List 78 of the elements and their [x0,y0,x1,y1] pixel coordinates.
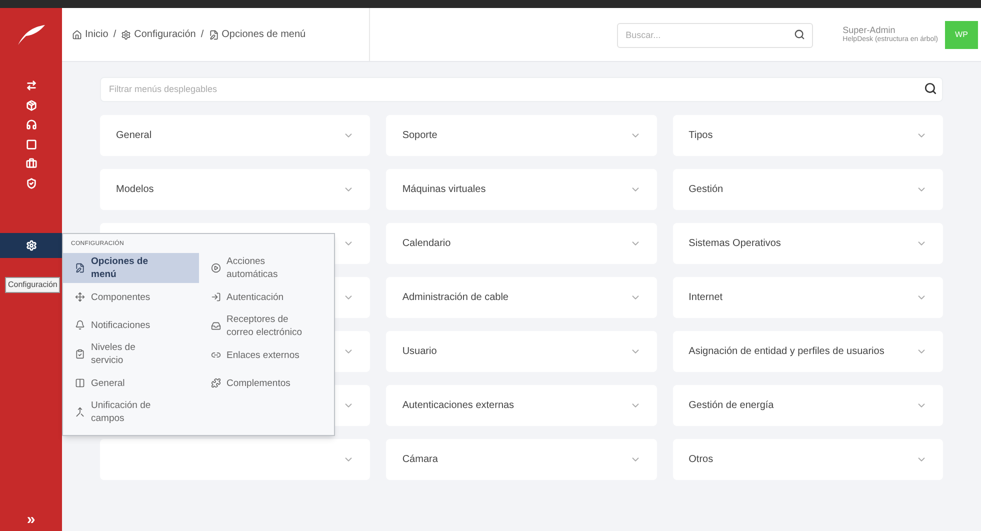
dropdown-label: Otros [688,453,714,467]
dropdown-card[interactable]: Usuario [386,331,657,372]
dropdown-card[interactable]: Otros [672,439,943,480]
menu-item[interactable]: Acciones automáticas [198,253,334,283]
menu-item[interactable]: Receptores de correo electrónico [198,311,334,341]
dropdown-card[interactable]: Gestión [672,169,943,210]
dropdown-card[interactable]: Sistemas Operativos [672,223,943,264]
move-icon [75,292,85,302]
dropdown-card[interactable]: General [100,115,370,156]
dropdown-label: Internet [688,291,724,305]
breadcrumb-link[interactable]: Opciones de menú [208,27,306,42]
dropdown-label: Gestión de energía [688,399,775,413]
dropdown-card[interactable]: Máquinas virtuales [386,169,657,210]
menu-item[interactable]: Complementos [198,369,334,397]
dropdown-label: Cámara [402,453,439,467]
puzzle-icon [210,378,220,388]
menu-item[interactable]: General [63,369,198,397]
shield-icon [26,178,36,189]
search-icon[interactable] [924,82,937,95]
columns-icon [75,378,85,388]
dropdown-card[interactable]: Modelos [100,169,370,210]
edit-icon [208,30,219,40]
dropdown-label: Sistemas Operativos [688,237,782,251]
dropdown-card[interactable]: Internet [672,277,943,318]
dropdown-label: Asignación de entidad y perfiles de usuarios [688,345,884,359]
dropdown-card[interactable]: Administración de cable [386,277,657,318]
square-icon [26,138,36,150]
home-icon [72,30,82,40]
breadcrumb-link[interactable]: Inicio [72,27,108,42]
edit-icon [75,263,85,273]
menu-item[interactable]: Notificaciones [63,311,198,339]
search-icon[interactable] [794,29,805,40]
dropdown-label: Usuario [402,345,438,359]
dropdown-card[interactable]: Asignación de entidad y perfiles de usuarios [672,331,943,372]
clipboard-icon [75,349,85,359]
dropdown-label: Modelos [116,183,155,197]
dropdown-card[interactable]: Soporte [386,115,657,156]
dropdown-label: Soporte [402,129,438,143]
menu-item[interactable]: Opciones de menú [63,253,198,283]
dropdown-card[interactable]: Gestión de energía [672,385,943,426]
settings-icon [26,240,36,251]
user-name: Super-Admin [842,24,896,35]
breadcrumb-separator: / [113,28,116,42]
dropdown-card[interactable]: Calendario [386,223,657,264]
menu-item[interactable]: Autenticación [198,283,334,311]
dropdown-label: Autenticaciones externas [402,399,514,413]
dropdown-label: General [116,129,153,143]
bell-icon [75,320,85,330]
dropdown-card[interactable]: Tipos [672,115,943,156]
play-circle-icon [210,263,220,273]
logo-icon[interactable] [16,23,46,47]
dropdown-label: Administración de cable [402,291,508,305]
menu-item[interactable]: Unificación de campos [63,397,198,427]
dropdown-label: Gestión [688,183,724,197]
link-icon [210,350,220,360]
dropdown-label: Máquinas virtuales [402,183,487,197]
expand-button[interactable]: » [22,512,40,527]
settings-icon [121,30,132,40]
login-icon [210,292,220,302]
breadcrumb-separator: / [200,28,204,42]
menu-item[interactable]: Enlaces externos [198,341,334,369]
menu-item[interactable]: Componentes [63,283,198,311]
merge-icon [75,407,85,417]
dropdown-card[interactable]: Autenticaciones externas [386,385,657,426]
search-field[interactable]: Buscar... [616,22,813,48]
dropdown-label: Tipos [688,129,714,143]
filter-field[interactable]: Filtrar menús desplegables [100,76,943,102]
sidebar-item[interactable] [0,233,62,258]
dropdown-card[interactable]: Cámara [386,439,657,480]
box-icon [26,100,36,111]
menu-item[interactable]: Niveles de servicio [63,339,198,369]
dropdown-label: Calendario [402,237,452,251]
inbox-icon [210,321,220,331]
breadcrumb-link[interactable]: Configuración [121,27,196,42]
arrows-icon [26,80,36,92]
briefcase-icon [26,158,36,170]
tooltip: Configuración [5,277,60,293]
headset-icon [26,119,36,130]
